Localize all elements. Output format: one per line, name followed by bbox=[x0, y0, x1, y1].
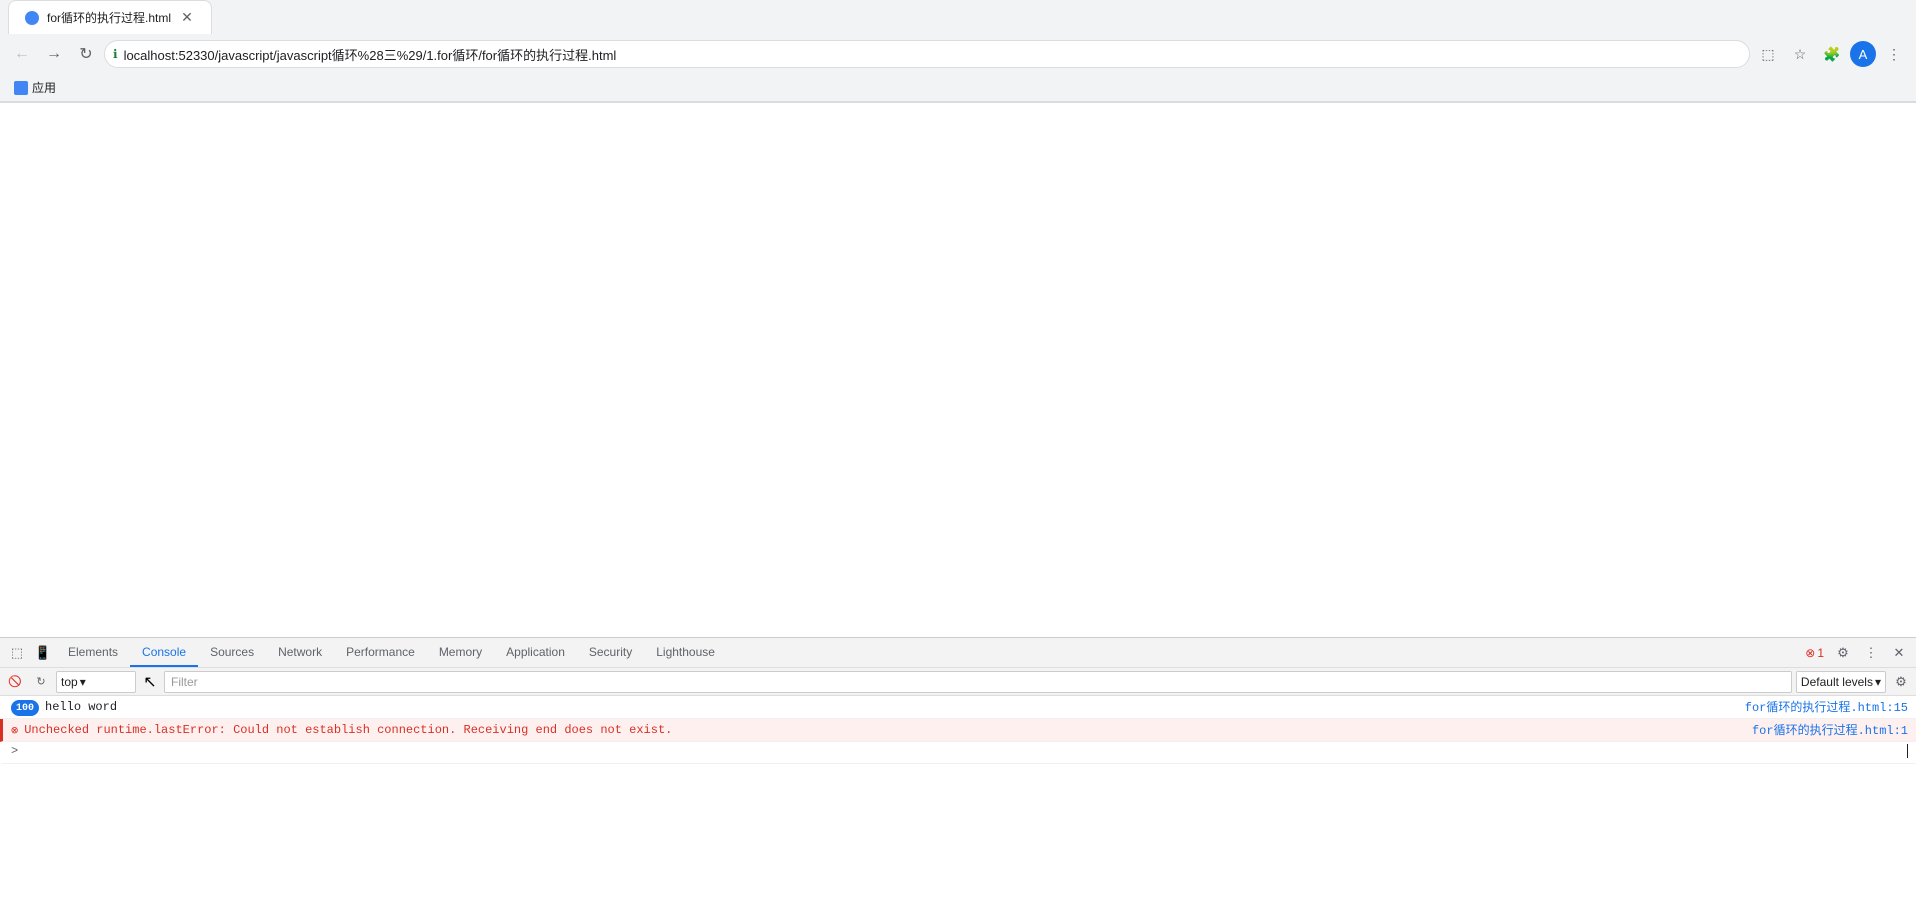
tab-bar: for循环的执行过程.html ✕ bbox=[0, 0, 1916, 34]
console-log-link[interactable]: for循环的执行过程.html:15 bbox=[1745, 698, 1908, 715]
devtools-inspect-button[interactable]: ⬚ bbox=[4, 640, 30, 666]
console-row-error: ⊗ Unchecked runtime.lastError: Could not… bbox=[0, 719, 1916, 742]
console-error-text: Unchecked runtime.lastError: Could not e… bbox=[24, 721, 1752, 739]
url-text: localhost:52330/javascript/javascript循环%… bbox=[124, 45, 1741, 64]
context-selector[interactable]: top ▾ bbox=[56, 671, 136, 693]
browser-chrome: for循环的执行过程.html ✕ ← → ↻ ℹ localhost:5233… bbox=[0, 0, 1916, 103]
default-levels-selector[interactable]: Default levels ▾ bbox=[1796, 671, 1886, 693]
devtools-tabs: Elements Console Sources Network Perform… bbox=[56, 638, 1801, 667]
default-levels-label: Default levels bbox=[1801, 675, 1873, 689]
error-circle-icon: ⊗ bbox=[1805, 646, 1815, 660]
log-count-badge: 100 bbox=[11, 700, 39, 716]
active-tab[interactable]: for循环的执行过程.html ✕ bbox=[8, 0, 212, 34]
back-button[interactable]: ← bbox=[8, 40, 36, 68]
cursor-area: ↖ bbox=[140, 671, 160, 693]
devtools-close-button[interactable]: ✕ bbox=[1886, 640, 1912, 666]
tab-performance[interactable]: Performance bbox=[334, 638, 427, 667]
console-output: 100 hello word for循环的执行过程.html:15 ⊗ Unch… bbox=[0, 696, 1916, 897]
tab-network[interactable]: Network bbox=[266, 638, 334, 667]
bookmark-button[interactable]: ☆ bbox=[1786, 40, 1814, 68]
apps-icon bbox=[14, 81, 28, 95]
bookmarks-apps-item[interactable]: 应用 bbox=[8, 77, 62, 98]
bookmarks-bar: 应用 bbox=[0, 74, 1916, 102]
toolbar-right: ⬚ ☆ 🧩 A ⋮ bbox=[1754, 40, 1908, 68]
console-row-log: 100 hello word for循环的执行过程.html:15 bbox=[0, 696, 1916, 719]
menu-button[interactable]: ⋮ bbox=[1880, 40, 1908, 68]
bookmarks-apps-label: 应用 bbox=[32, 79, 56, 96]
context-value: top bbox=[61, 675, 78, 689]
levels-dropdown-icon: ▾ bbox=[1875, 675, 1881, 689]
console-refresh-button[interactable]: ↻ bbox=[30, 671, 52, 693]
error-badge: ⊗ 1 bbox=[1801, 644, 1828, 662]
tab-sources[interactable]: Sources bbox=[198, 638, 266, 667]
console-log-text: hello word bbox=[45, 698, 1745, 716]
security-icon: ℹ bbox=[113, 47, 118, 61]
tab-elements[interactable]: Elements bbox=[56, 638, 130, 667]
devtools-right-controls: ⊗ 1 ⚙ ⋮ ✕ bbox=[1801, 640, 1912, 666]
console-cursor bbox=[1907, 744, 1908, 758]
console-error-link[interactable]: for循环的执行过程.html:1 bbox=[1752, 721, 1908, 738]
address-bar[interactable]: ℹ localhost:52330/javascript/javascript循… bbox=[104, 40, 1750, 68]
page-content bbox=[0, 103, 1916, 637]
devtools-topbar: ⬚ 📱 Elements Console Sources Network Per… bbox=[0, 638, 1916, 668]
devtools-more-button[interactable]: ⋮ bbox=[1858, 640, 1884, 666]
error-row-icon: ⊗ bbox=[11, 723, 18, 738]
devtools-panel: ⬚ 📱 Elements Console Sources Network Per… bbox=[0, 637, 1916, 897]
screenshot-button[interactable]: ⬚ bbox=[1754, 40, 1782, 68]
error-count: 1 bbox=[1817, 646, 1824, 660]
tab-memory[interactable]: Memory bbox=[427, 638, 494, 667]
tab-security[interactable]: Security bbox=[577, 638, 644, 667]
devtools-device-button[interactable]: 📱 bbox=[30, 640, 56, 666]
tab-favicon bbox=[25, 11, 39, 25]
tab-console[interactable]: Console bbox=[130, 638, 198, 667]
context-dropdown-icon: ▾ bbox=[80, 675, 86, 689]
console-toolbar: 🚫 ↻ top ▾ ↖ Default levels ▾ ⚙ bbox=[0, 668, 1916, 696]
console-clear-button[interactable]: 🚫 bbox=[4, 671, 26, 693]
console-filter-input[interactable] bbox=[164, 671, 1792, 693]
console-row-input[interactable]: > bbox=[0, 742, 1916, 764]
console-prompt: > bbox=[11, 744, 18, 758]
tab-title: for循环的执行过程.html bbox=[47, 9, 171, 26]
profile-avatar[interactable]: A bbox=[1850, 41, 1876, 67]
tab-lighthouse[interactable]: Lighthouse bbox=[644, 638, 727, 667]
forward-button[interactable]: → bbox=[40, 40, 68, 68]
tab-application[interactable]: Application bbox=[494, 638, 577, 667]
reload-button[interactable]: ↻ bbox=[72, 40, 100, 68]
tab-close-button[interactable]: ✕ bbox=[179, 10, 195, 26]
navigation-toolbar: ← → ↻ ℹ localhost:52330/javascript/javas… bbox=[0, 34, 1916, 74]
devtools-settings-button[interactable]: ⚙ bbox=[1830, 640, 1856, 666]
pointer-cursor-icon: ↖ bbox=[143, 672, 156, 692]
console-settings-button[interactable]: ⚙ bbox=[1890, 671, 1912, 693]
extensions-button[interactable]: 🧩 bbox=[1818, 40, 1846, 68]
